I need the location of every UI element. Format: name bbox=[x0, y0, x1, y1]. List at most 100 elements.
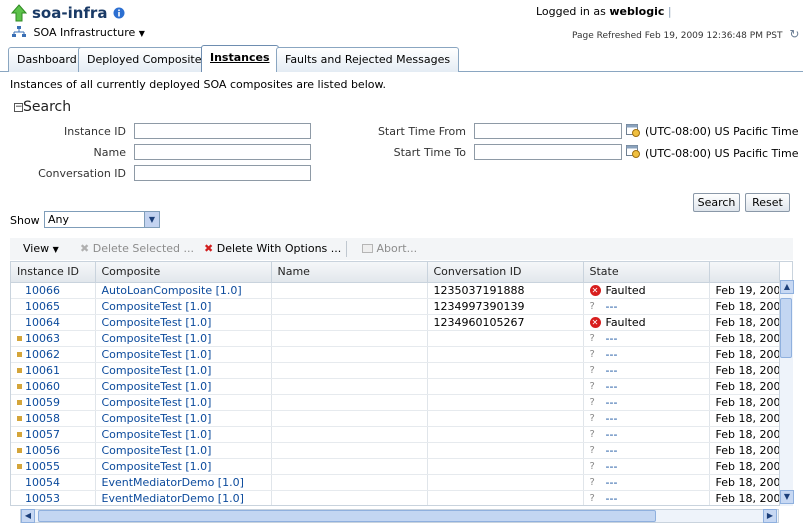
start-time-to-input[interactable] bbox=[474, 144, 622, 160]
composite-link[interactable]: CompositeTest [1.0] bbox=[102, 412, 212, 425]
info-icon[interactable] bbox=[113, 7, 125, 19]
col-composite[interactable]: Composite bbox=[95, 262, 272, 283]
tab-instances[interactable]: Instances bbox=[201, 45, 279, 72]
col-instance-id[interactable]: Instance ID bbox=[11, 262, 96, 283]
table-row[interactable]: 10059 CompositeTest [1.0]? --- Feb 18, 2009 bbox=[11, 394, 780, 411]
composite-link[interactable]: CompositeTest [1.0] bbox=[102, 332, 212, 345]
instance-id-link[interactable]: 10059 bbox=[25, 396, 60, 409]
composite-link[interactable]: CompositeTest [1.0] bbox=[102, 364, 212, 377]
chevron-down-icon[interactable]: ▼ bbox=[139, 29, 145, 38]
state-text[interactable]: --- bbox=[606, 348, 618, 361]
state-text[interactable]: --- bbox=[606, 412, 618, 425]
table-row[interactable]: 10060 CompositeTest [1.0]? --- Feb 18, 2009 bbox=[11, 378, 780, 395]
table-row[interactable]: 10057 CompositeTest [1.0]? --- Feb 18, 2009 bbox=[11, 426, 780, 443]
instance-id-link[interactable]: 10063 bbox=[25, 332, 60, 345]
cell-composite[interactable]: EventMediatorDemo [1.0] bbox=[95, 474, 272, 491]
composite-link[interactable]: CompositeTest [1.0] bbox=[102, 428, 212, 441]
col-state[interactable]: State bbox=[583, 262, 710, 283]
col-name[interactable]: Name bbox=[271, 262, 428, 283]
cell-instance-id[interactable]: 10063 bbox=[11, 330, 96, 347]
view-menu[interactable]: View ▼ bbox=[23, 242, 59, 255]
state-text[interactable]: --- bbox=[606, 300, 618, 313]
instance-id-link[interactable]: 10053 bbox=[25, 492, 60, 505]
cell-instance-id[interactable]: 10065 bbox=[11, 298, 96, 315]
cell-instance-id[interactable]: 10058 bbox=[11, 410, 96, 427]
composite-link[interactable]: EventMediatorDemo [1.0] bbox=[102, 492, 244, 505]
cell-composite[interactable]: CompositeTest [1.0] bbox=[95, 458, 272, 475]
cell-composite[interactable]: CompositeTest [1.0] bbox=[95, 298, 272, 315]
table-row[interactable]: 10056 CompositeTest [1.0]? --- Feb 18, 2009 bbox=[11, 442, 780, 459]
state-text[interactable]: --- bbox=[606, 380, 618, 393]
state-text[interactable]: --- bbox=[606, 332, 618, 345]
cell-composite[interactable]: CompositeTest [1.0] bbox=[95, 330, 272, 347]
instance-id-link[interactable]: 10060 bbox=[25, 380, 60, 393]
composite-link[interactable]: CompositeTest [1.0] bbox=[102, 316, 212, 329]
show-select[interactable]: Any ▼ bbox=[44, 211, 160, 228]
table-row[interactable]: 10055 CompositeTest [1.0]? --- Feb 18, 2009 bbox=[11, 458, 780, 475]
instance-id-link[interactable]: 10064 bbox=[25, 316, 60, 329]
chevron-down-icon[interactable]: ▼ bbox=[144, 212, 159, 227]
search-section-header[interactable]: −Search bbox=[14, 99, 71, 115]
instance-id-link[interactable]: 10055 bbox=[25, 460, 60, 473]
vertical-scroll-thumb[interactable] bbox=[780, 298, 792, 358]
scroll-down-icon[interactable]: ▼ bbox=[780, 490, 794, 504]
menu-label[interactable]: SOA Infrastructure bbox=[34, 26, 136, 39]
cell-composite[interactable]: CompositeTest [1.0] bbox=[95, 314, 272, 331]
tab-dashboard[interactable]: Dashboard bbox=[8, 47, 86, 72]
name-input[interactable] bbox=[134, 144, 311, 160]
composite-link[interactable]: CompositeTest [1.0] bbox=[102, 396, 212, 409]
table-row[interactable]: 10064 CompositeTest [1.0] 1234960105267 ✕ Fa… bbox=[11, 314, 780, 331]
username[interactable]: weblogic bbox=[609, 5, 664, 18]
composite-link[interactable]: CompositeTest [1.0] bbox=[102, 444, 212, 457]
cell-instance-id[interactable]: 10064 bbox=[11, 314, 96, 331]
refresh-icon[interactable]: ↻ bbox=[789, 27, 799, 41]
cell-composite[interactable]: CompositeTest [1.0] bbox=[95, 410, 272, 427]
up-arrow-icon[interactable] bbox=[10, 4, 28, 22]
composite-link[interactable]: CompositeTest [1.0] bbox=[102, 380, 212, 393]
state-text[interactable]: --- bbox=[606, 428, 618, 441]
cell-composite[interactable]: AutoLoanComposite [1.0] bbox=[95, 282, 272, 299]
calendar-icon[interactable] bbox=[626, 144, 640, 158]
delete-with-options-button[interactable]: ✖ Delete With Options ... bbox=[204, 242, 341, 255]
cell-instance-id[interactable]: 10053 bbox=[11, 490, 96, 505]
composite-link[interactable]: CompositeTest [1.0] bbox=[102, 460, 212, 473]
instance-id-link[interactable]: 10065 bbox=[25, 300, 60, 313]
instance-id-input[interactable] bbox=[134, 123, 311, 139]
state-text[interactable]: --- bbox=[606, 476, 618, 489]
state-text[interactable]: --- bbox=[606, 492, 618, 505]
cell-instance-id[interactable]: 10062 bbox=[11, 346, 96, 363]
horizontal-scroll-thumb[interactable] bbox=[38, 510, 656, 522]
collapse-icon[interactable]: − bbox=[14, 103, 23, 112]
abort-button[interactable]: Abort... bbox=[362, 242, 417, 255]
cell-instance-id[interactable]: 10059 bbox=[11, 394, 96, 411]
instance-id-link[interactable]: 10054 bbox=[25, 476, 60, 489]
reset-button[interactable]: Reset bbox=[745, 193, 790, 212]
table-row[interactable]: 10063 CompositeTest [1.0]? --- Feb 18, 2009 bbox=[11, 330, 780, 347]
instance-id-link[interactable]: 10062 bbox=[25, 348, 60, 361]
cell-instance-id[interactable]: 10060 bbox=[11, 378, 96, 395]
col-conversation-id[interactable]: Conversation ID bbox=[427, 262, 584, 283]
calendar-icon[interactable] bbox=[626, 123, 640, 137]
table-row[interactable]: 10066 AutoLoanComposite [1.0] 123503719188… bbox=[11, 282, 780, 299]
col-start-time[interactable] bbox=[709, 262, 780, 283]
cell-composite[interactable]: CompositeTest [1.0] bbox=[95, 362, 272, 379]
search-button[interactable]: Search bbox=[693, 193, 740, 212]
cell-instance-id[interactable]: 10057 bbox=[11, 426, 96, 443]
delete-selected-button[interactable]: ✖ Delete Selected ... bbox=[80, 242, 194, 255]
cell-instance-id[interactable]: 10055 bbox=[11, 458, 96, 475]
conversation-id-input[interactable] bbox=[134, 165, 311, 181]
state-text[interactable]: --- bbox=[606, 460, 618, 473]
cell-instance-id[interactable]: 10061 bbox=[11, 362, 96, 379]
tab-deployed-composites[interactable]: Deployed Composites bbox=[78, 47, 217, 72]
composite-link[interactable]: EventMediatorDemo [1.0] bbox=[102, 476, 244, 489]
state-text[interactable]: --- bbox=[606, 364, 618, 377]
instance-id-link[interactable]: 10057 bbox=[25, 428, 60, 441]
cell-instance-id[interactable]: 10054 bbox=[11, 474, 96, 491]
start-time-from-input[interactable] bbox=[474, 123, 622, 139]
table-row[interactable]: 10062 CompositeTest [1.0]? --- Feb 18, 2009 bbox=[11, 346, 780, 363]
cell-instance-id[interactable]: 10056 bbox=[11, 442, 96, 459]
cell-composite[interactable]: CompositeTest [1.0] bbox=[95, 378, 272, 395]
state-text[interactable]: --- bbox=[606, 396, 618, 409]
cell-instance-id[interactable]: 10066 bbox=[11, 282, 96, 299]
cell-composite[interactable]: CompositeTest [1.0] bbox=[95, 426, 272, 443]
